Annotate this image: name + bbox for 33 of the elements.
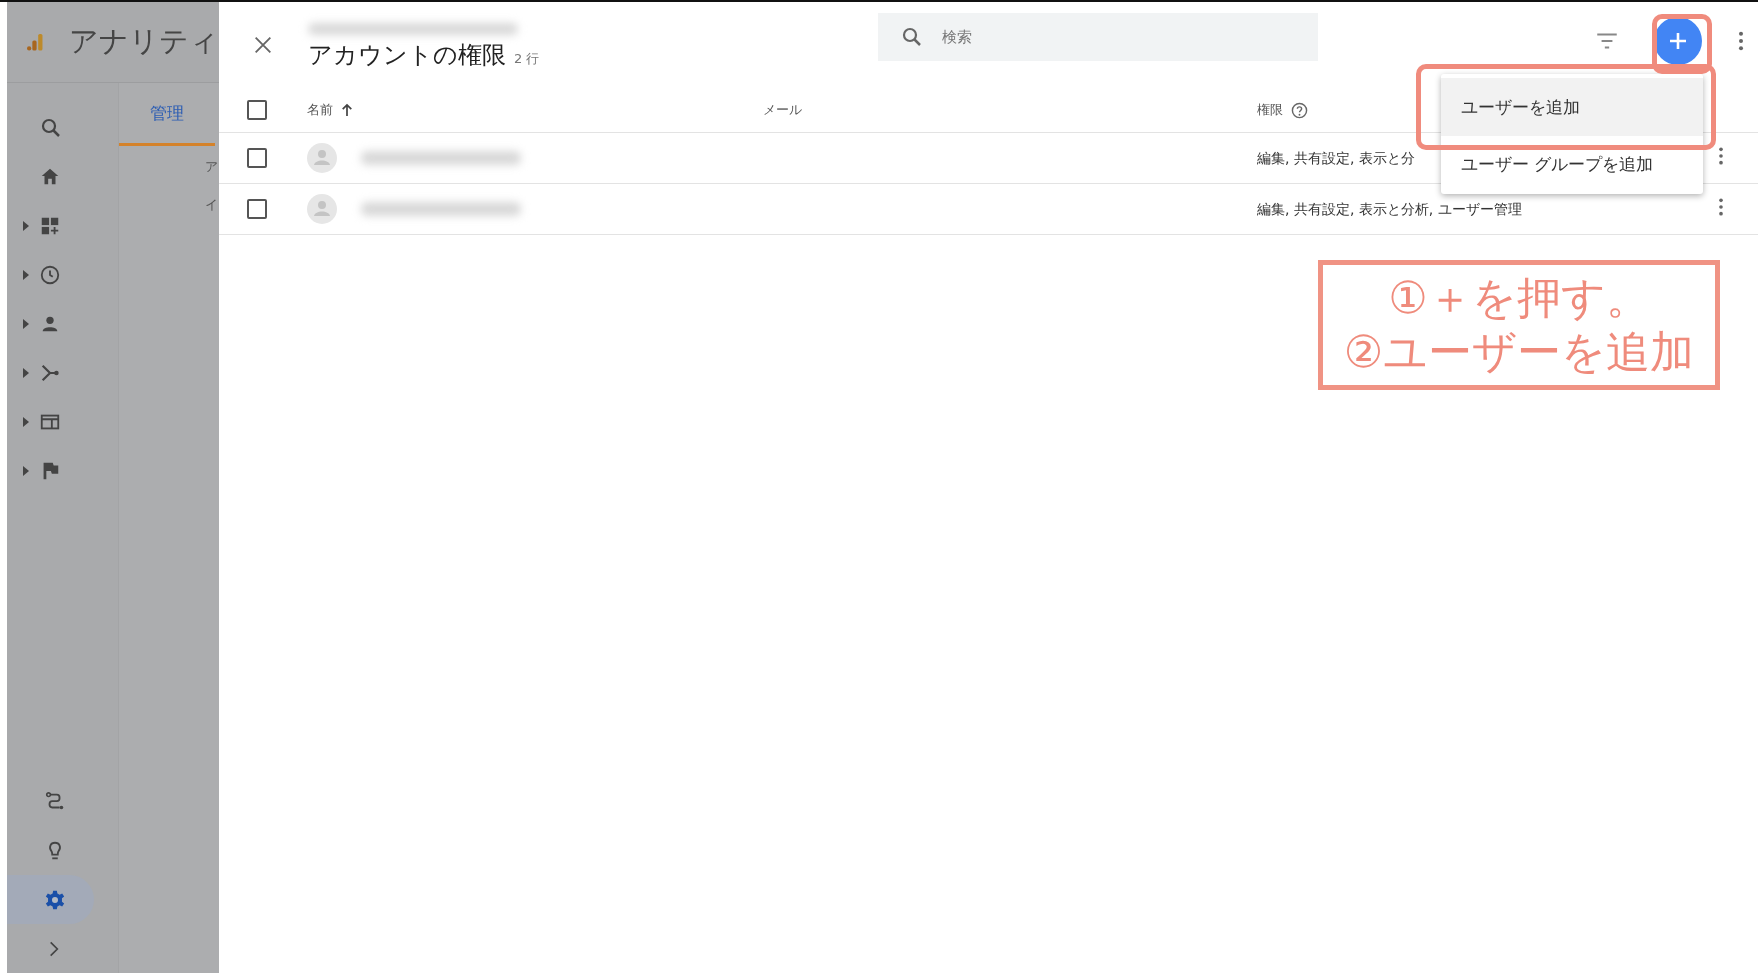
column-header[interactable]: 名前	[307, 101, 333, 119]
more-options-icon[interactable]	[1718, 197, 1724, 217]
row-checkbox[interactable]	[247, 148, 267, 168]
more-options-icon[interactable]	[1738, 30, 1744, 52]
settings-icon[interactable]	[44, 888, 66, 911]
menu-item[interactable]: ユーザーを追加	[1441, 78, 1703, 136]
sort-arrow-icon[interactable]	[341, 103, 353, 117]
row-checkbox[interactable]	[247, 199, 267, 219]
avatar-icon	[307, 194, 337, 224]
clock-icon[interactable]	[39, 263, 61, 286]
menu-item[interactable]: ユーザー グループを追加	[1441, 136, 1703, 192]
expand-caret-icon[interactable]	[23, 220, 29, 231]
column-header[interactable]: メール	[763, 101, 802, 119]
expand-caret-icon[interactable]	[23, 269, 29, 280]
instruction-text: ①＋を押す。	[1388, 271, 1650, 325]
select-all-checkbox[interactable]	[247, 100, 267, 120]
app-title: アナリティ	[69, 23, 219, 60]
expand-caret-icon[interactable]	[23, 416, 29, 427]
permissions-text: 編集, 共有設定, 表示と分	[1257, 150, 1415, 166]
expand-caret-icon[interactable]	[23, 465, 29, 476]
more-options-icon[interactable]	[1718, 146, 1724, 166]
expand-caret-icon[interactable]	[23, 367, 29, 378]
close-icon[interactable]	[252, 34, 274, 56]
row-count: 2 行	[514, 50, 540, 68]
help-icon[interactable]	[1291, 101, 1308, 119]
panel-title: アカウントの権限	[308, 40, 506, 71]
expand-caret-icon[interactable]	[23, 318, 29, 329]
admin-menu-item[interactable]: ア	[119, 146, 219, 184]
instruction-text: ②ユーザーを追加	[1343, 325, 1695, 379]
permissions-text: 編集, 共有設定, 表示と分析, ユーザー管理	[1257, 201, 1522, 217]
avatar-icon	[307, 143, 337, 173]
search-field[interactable]: 検索	[878, 13, 1318, 61]
column-header[interactable]: 権限	[1257, 101, 1283, 119]
